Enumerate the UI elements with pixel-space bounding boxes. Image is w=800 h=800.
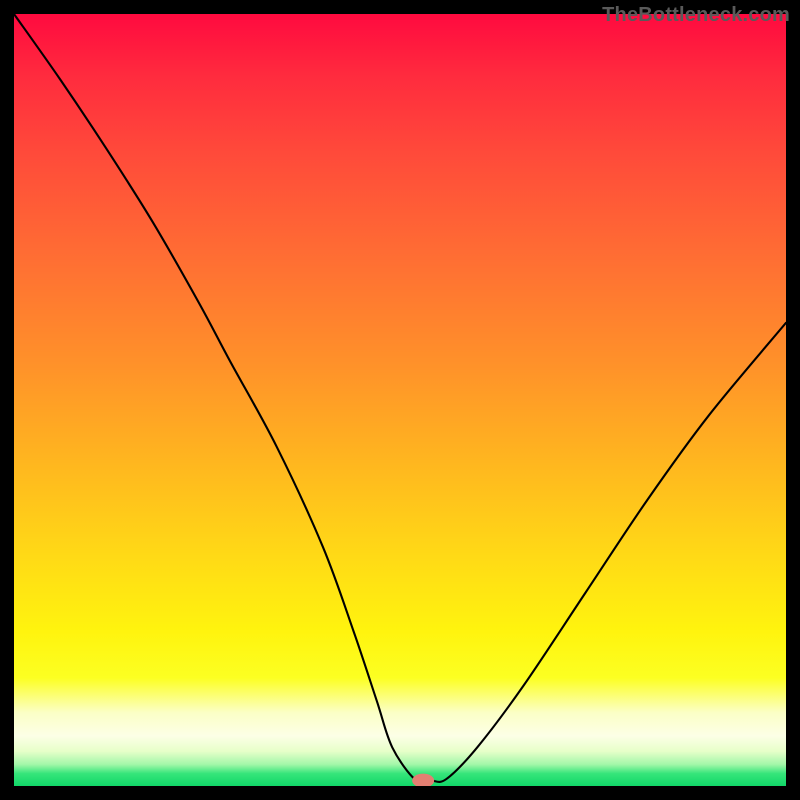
bottleneck-curve xyxy=(14,14,786,783)
watermark-text: TheBottleneck.com xyxy=(602,4,790,27)
chart-frame: TheBottleneck.com xyxy=(0,0,800,800)
optimal-point-marker xyxy=(412,774,434,786)
chart-svg xyxy=(14,14,786,786)
chart-plot-area xyxy=(14,14,786,786)
